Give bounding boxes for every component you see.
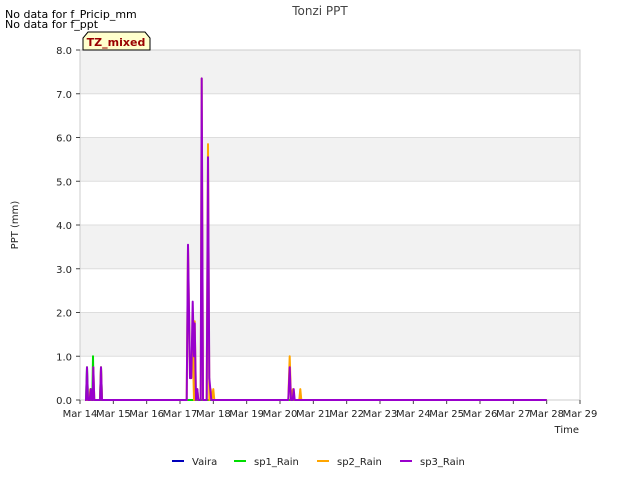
x-tick-label: Mar 17 xyxy=(163,409,198,420)
legend-label: sp2_Rain xyxy=(337,457,382,468)
x-tick-label: Mar 14 xyxy=(63,409,98,420)
chart-figure: No data for f_Pricip_mm No data for f_pp… xyxy=(0,0,640,480)
y-tick-label: 5.0 xyxy=(56,177,72,188)
badge-label: TZ_mixed xyxy=(87,36,146,49)
y-tick-label: 1.0 xyxy=(56,352,72,363)
grid-band xyxy=(80,137,580,182)
legend-label: sp1_Rain xyxy=(254,457,299,468)
grid-band xyxy=(80,312,580,357)
y-tick-label: 7.0 xyxy=(56,90,72,101)
x-tick-label: Mar 23 xyxy=(363,409,398,420)
x-tick-label: Mar 22 xyxy=(329,409,364,420)
x-tick-label: Mar 29 xyxy=(563,409,598,420)
y-tick-label: 0.0 xyxy=(56,396,72,407)
x-axis-ticks: Mar 14Mar 15Mar 16Mar 17Mar 18Mar 19Mar … xyxy=(63,400,598,420)
x-tick-label: Mar 18 xyxy=(196,409,231,420)
x-tick-label: Mar 25 xyxy=(429,409,464,420)
x-tick-label: Mar 28 xyxy=(529,409,564,420)
legend-label: Vaira xyxy=(192,457,217,468)
grid-bands xyxy=(80,50,580,401)
y-axis-label: PPT (mm) xyxy=(10,201,21,250)
y-tick-label: 4.0 xyxy=(56,221,72,232)
x-tick-label: Mar 21 xyxy=(296,409,331,420)
x-tick-label: Mar 27 xyxy=(496,409,531,420)
chart-title: Tonzi PPT xyxy=(291,4,348,18)
x-tick-label: Mar 15 xyxy=(96,409,131,420)
x-axis-label: Time xyxy=(554,425,579,436)
x-tick-label: Mar 24 xyxy=(396,409,431,420)
y-tick-label: 8.0 xyxy=(56,46,72,57)
x-tick-label: Mar 20 xyxy=(263,409,298,420)
y-tick-label: 6.0 xyxy=(56,134,72,145)
y-axis-ticks: 0.0 1.0 2.0 3.0 4.0 5.0 6.0 7.0 8.0 xyxy=(56,46,80,407)
tz-badge: TZ_mixed xyxy=(82,31,151,51)
y-tick-label: 2.0 xyxy=(56,309,72,320)
legend-label: sp3_Rain xyxy=(420,457,465,468)
x-tick-label: Mar 19 xyxy=(229,409,264,420)
x-tick-label: Mar 16 xyxy=(129,409,164,420)
x-tick-label: Mar 26 xyxy=(463,409,498,420)
legend: Vaira sp1_Rain sp2_Rain sp3_Rain xyxy=(172,457,465,468)
chart-svg: 0.0 1.0 2.0 3.0 4.0 5.0 6.0 7.0 8.0 Mar 14Mar 15… xyxy=(10,4,598,468)
y-tick-label: 3.0 xyxy=(56,265,72,276)
grid-band xyxy=(80,225,580,269)
grid-band xyxy=(80,50,580,94)
